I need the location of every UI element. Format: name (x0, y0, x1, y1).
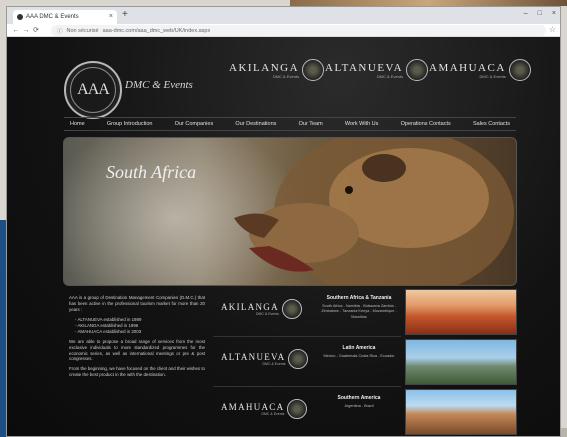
region-countries: Argentina - Brazil (344, 404, 374, 408)
hero-banner: South Africa (63, 137, 517, 286)
info-icon: ⓘ (57, 28, 63, 35)
region-brand-name: ALTANUEVA (221, 352, 286, 362)
aaa-logo[interactable]: AAA (64, 61, 122, 119)
region-brand: AMAHUACA DMC & Events (221, 399, 308, 419)
amahuaca-emblem-icon (508, 59, 531, 81)
maya-temple-image (405, 339, 517, 385)
brand-sub: DMC & Events (272, 73, 300, 79)
region-heading: Southern Africa & Tanzania (326, 295, 392, 301)
nav-group-introduction[interactable]: Group Introduction (107, 121, 153, 127)
website-page: AAA DMC & Events AKILANGA DMC & Events AL… (7, 37, 560, 436)
back-button[interactable]: ← (11, 27, 21, 34)
close-window-button[interactable]: × (552, 10, 556, 17)
bookmark-star-icon[interactable]: ☆ (549, 25, 556, 34)
minimize-button[interactable]: – (524, 10, 528, 17)
tab-title: AAA DMC & Events (26, 14, 79, 20)
browser-window: AAA DMC & Events × + – □ × ← → ⟳ ⓘ Non s… (6, 6, 561, 437)
maximize-button[interactable]: □ (538, 10, 542, 17)
main-nav: Home Group Introduction Our Companies Ou… (64, 117, 516, 131)
close-tab-icon[interactable]: × (109, 13, 113, 20)
akilanga-emblem-icon (302, 59, 325, 81)
region-akilanga[interactable]: AKILANGA DMC & Events Southern Africa & T… (213, 289, 401, 337)
nav-sales-contacts[interactable]: Sales Contacts (473, 121, 510, 127)
region-countries: Mexico - Guatemala Costa Rica - Ecuador (323, 354, 395, 358)
browser-tab[interactable]: AAA DMC & Events × (13, 10, 117, 24)
brand-name: ALTANUEVA (325, 61, 404, 74)
region-heading: Latin America (342, 345, 376, 351)
brand-sub: DMC & Events (376, 73, 404, 79)
region-brand-name: AKILANGA (221, 302, 279, 312)
hero-title: South Africa (106, 162, 197, 182)
list-item: - AMAHUACA established in 2003 (75, 328, 142, 334)
region-brand-sub: DMC & Events (261, 412, 285, 416)
lioness-image (234, 138, 514, 285)
favicon-icon (17, 14, 23, 20)
region-brand-name: AMAHUACA (221, 402, 285, 412)
nav-work-with-us[interactable]: Work With Us (345, 121, 379, 127)
nav-our-destinations[interactable]: Our Destinations (235, 121, 276, 127)
amahuaca-emblem-icon (287, 399, 308, 419)
brand-name: AMAHUACA (429, 61, 506, 74)
brand-name: AKILANGA (229, 61, 300, 74)
company-list: - ALTANUEVA established in 1989 - AKILAN… (69, 317, 205, 335)
url-input[interactable]: ⓘ Non sécurisé aaa-dmc.com/aaa_dmc_web/U… (51, 25, 546, 36)
region-amahuaca[interactable]: AMAHUACA DMC & Events Southern America Ar… (213, 389, 401, 436)
nav-our-companies[interactable]: Our Companies (175, 121, 214, 127)
altanueva-emblem-icon (288, 349, 309, 369)
about-paragraph: From the beginning, we have focused on t… (69, 366, 205, 378)
altanueva-emblem-icon (406, 59, 429, 81)
tab-bar: AAA DMC & Events × + – □ × (7, 7, 560, 24)
logo-tagline: DMC & Events (125, 79, 193, 91)
region-altanueva[interactable]: ALTANUEVA DMC & Events Latin America Mexi… (213, 339, 401, 387)
brand-sub: DMC & Events (479, 73, 506, 79)
nav-home[interactable]: Home (70, 121, 85, 127)
region-brand-sub: DMC & Events (255, 312, 279, 316)
url-text: aaa-dmc.com/aaa_dmc_web/UK/index.aspx (102, 27, 211, 34)
region-info: Southern America Argentina - Brazil (317, 395, 401, 409)
region-info: Southern Africa & Tanzania South Africa … (317, 295, 401, 320)
forward-button[interactable]: → (21, 27, 31, 34)
region-brand-sub: DMC & Events (262, 362, 286, 366)
nav-operations-contacts[interactable]: Operations Contacts (401, 121, 451, 127)
brand-altanueva[interactable]: ALTANUEVA DMC & Events (325, 59, 429, 81)
reload-button[interactable]: ⟳ (31, 26, 41, 34)
region-heading: Southern America (337, 395, 381, 401)
security-label: Non sécurisé (66, 27, 99, 34)
region-countries: South Africa - Namibia - Botswana Zambia… (321, 304, 397, 319)
window-controls: – □ × (524, 10, 556, 17)
address-bar-row: ← → ⟳ ⓘ Non sécurisé aaa-dmc.com/aaa_dmc… (7, 24, 560, 37)
logo-monogram: AAA (70, 67, 116, 113)
region-info: Latin America Mexico - Guatemala Costa R… (317, 345, 401, 359)
brand-amahuaca[interactable]: AMAHUACA DMC & Events (429, 59, 531, 81)
brand-akilanga[interactable]: AKILANGA DMC & Events (229, 59, 325, 81)
coastal-cliffs-image (405, 389, 517, 435)
about-paragraph: We are able to propose a broad range of … (69, 338, 205, 362)
about-paragraph: AAA is a group of Destination Management… (69, 295, 205, 312)
about-text: AAA is a group of Destination Management… (63, 289, 211, 436)
nav-our-team[interactable]: Our Team (299, 121, 323, 127)
region-brand: ALTANUEVA DMC & Events (221, 349, 309, 369)
akilanga-emblem-icon (281, 299, 302, 319)
region-brand: AKILANGA DMC & Events (221, 299, 302, 319)
content-area: AAA is a group of Destination Management… (63, 289, 517, 436)
desert-dunes-image (405, 289, 517, 335)
new-tab-button[interactable]: + (122, 9, 128, 20)
